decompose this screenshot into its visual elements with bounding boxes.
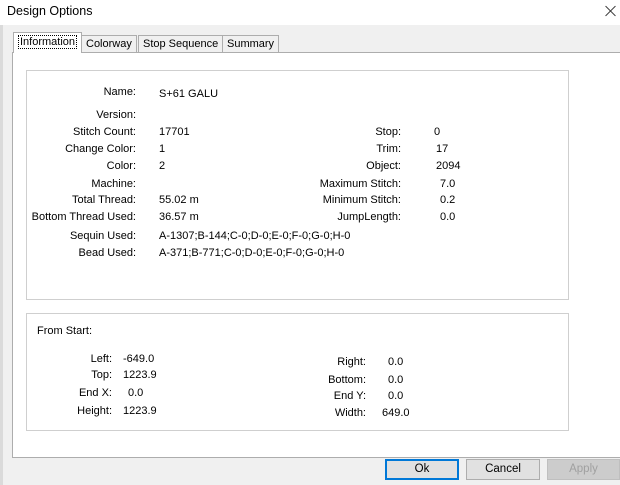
height-value: 1223.9	[123, 405, 157, 417]
tab-information-label: Information	[18, 35, 78, 49]
ok-button[interactable]: Ok	[385, 459, 459, 480]
height-label: Height:	[77, 405, 112, 417]
total-thread-value: 55.02 m	[159, 194, 199, 206]
apply-button[interactable]: Apply	[547, 459, 620, 480]
end-y-label: End Y:	[333, 390, 366, 402]
tab-information[interactable]: Information	[13, 32, 83, 53]
stitch-count-label: Stitch Count:	[73, 126, 136, 138]
right-value: 0.0	[388, 356, 404, 368]
max-stitch-value: 7.0	[440, 178, 456, 190]
top-label: Top:	[91, 369, 112, 381]
left-value: -649.0	[123, 353, 155, 365]
left-label: Left:	[90, 353, 112, 365]
jump-length-value: 0.0	[440, 211, 456, 223]
name-label: Name:	[103, 86, 136, 98]
end-x-value: 0.0	[128, 387, 144, 399]
bottom-thread-label: Bottom Thread Used:	[31, 211, 136, 223]
object-label: Object:	[366, 160, 401, 172]
name-value: S+61 GALU	[159, 88, 219, 100]
tab-stop-sequence[interactable]: Stop Sequence	[138, 35, 224, 53]
stitch-count-value: 17701	[159, 126, 190, 138]
bottom-value: 0.0	[388, 374, 404, 386]
end-y-value: 0.0	[388, 390, 404, 402]
machine-label: Machine:	[91, 178, 136, 190]
right-label: Right:	[337, 356, 366, 368]
max-stitch-label: Maximum Stitch:	[319, 178, 401, 190]
min-stitch-value: 0.2	[440, 194, 456, 206]
top-value: 1223.9	[123, 369, 157, 381]
bead-value: A-371;B-771;C-0;D-0;E-0;F-0;G-0;H-0	[159, 247, 345, 259]
close-icon[interactable]	[603, 3, 619, 19]
bottom-label: Bottom:	[328, 374, 366, 386]
window-title: Design Options	[7, 4, 93, 18]
min-stitch-label: Minimum Stitch:	[322, 194, 401, 206]
total-thread-label: Total Thread:	[71, 194, 136, 206]
stop-value: 0	[434, 126, 441, 138]
sequin-value: A-1307;B-144;C-0;D-0;E-0;F-0;G-0;H-0	[159, 230, 351, 242]
end-x-label: End X:	[78, 387, 112, 399]
tab-summary[interactable]: Summary	[222, 35, 280, 53]
cancel-button[interactable]: Cancel	[466, 459, 540, 480]
stop-label: Stop:	[375, 126, 401, 138]
tab-colorway[interactable]: Colorway	[81, 35, 137, 53]
trim-label: Trim:	[376, 143, 401, 155]
version-label: Version:	[96, 109, 136, 121]
color-label: Color:	[106, 160, 136, 172]
bottom-thread-value: 36.57 m	[159, 211, 199, 223]
window-edge	[0, 25, 3, 485]
bead-label: Bead Used:	[78, 247, 136, 259]
from-start-heading: From Start:	[37, 325, 93, 337]
trim-value: 17	[436, 143, 449, 155]
change-color-label: Change Color:	[65, 143, 136, 155]
change-color-value: 1	[159, 143, 166, 155]
jump-length-label: JumpLength:	[337, 211, 401, 223]
width-label: Width:	[334, 407, 366, 419]
width-value: 649.0	[382, 407, 410, 419]
object-value: 2094	[436, 160, 461, 172]
sequin-label: Sequin Used:	[69, 230, 136, 242]
color-value: 2	[159, 160, 166, 172]
